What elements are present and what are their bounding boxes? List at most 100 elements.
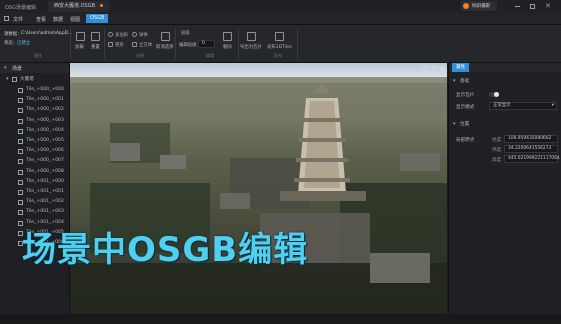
properties-tab-strip: 属性 — [449, 63, 561, 72]
sphere-radio[interactable] — [132, 32, 137, 37]
tile-label: Tile_+000_+005 — [26, 138, 64, 143]
tile-icon — [18, 149, 23, 155]
tree-tile-item[interactable]: Tile_+001_+000 — [0, 178, 69, 188]
display-mode-label: 显示模式 — [456, 105, 475, 110]
cube-checkbox[interactable] — [132, 42, 137, 47]
tree-tile-item[interactable]: Tile_+001_+003 — [0, 208, 69, 218]
tile-label: Tile_+001_+000 — [26, 178, 64, 184]
settings-icon[interactable] — [440, 66, 445, 71]
document-tab-label: 西安大雁塔.OSGB — [54, 3, 96, 9]
tree-tile-item[interactable]: Tile_+001_+002 — [0, 198, 69, 208]
menu-item-window[interactable]: 视图 — [70, 16, 80, 23]
collapse-chevron-icon[interactable]: ▾ — [4, 65, 7, 71]
height-input[interactable]: 445.021999221117064 — [504, 155, 560, 163]
tab-properties[interactable]: 属性 — [452, 63, 470, 72]
cube-label: 立方体 — [139, 43, 153, 48]
user-badge[interactable]: 倾斜摄影 — [461, 1, 497, 11]
tree-tile-item[interactable]: Tile_+001_+001 — [0, 188, 69, 198]
document-tab[interactable]: 西安大雁塔.OSGB — [48, 1, 109, 12]
delete-icon[interactable] — [223, 32, 232, 41]
sphere-label: 球体 — [139, 33, 148, 38]
clear-selection-button[interactable]: 取消选择 — [156, 44, 174, 50]
overlay-headline: 场景中OSGB编辑 — [22, 230, 309, 270]
latitude-label: 纬度 — [492, 148, 502, 153]
tree-tile-item[interactable]: Tile_+000_+005 — [0, 137, 69, 147]
chevron-down-icon: ▾ — [551, 103, 554, 108]
section-position: 位置 — [460, 122, 470, 127]
export-tiles-icon[interactable] — [247, 32, 256, 41]
group-caption-select: 选择 — [136, 53, 144, 58]
expand-chevron-icon[interactable]: ▾ — [6, 76, 9, 82]
user-avatar — [463, 3, 469, 9]
app-name: OSG场景编辑 — [5, 5, 36, 11]
height-label: 高度 — [492, 158, 502, 163]
tree-tile-item[interactable]: Tile_+000_+000 — [0, 86, 69, 96]
menu-item-osgb[interactable]: OSGB — [86, 14, 109, 23]
publish-3dtiles-icon[interactable] — [275, 32, 284, 41]
section-basic: 基础 — [460, 79, 470, 84]
export-tiles-button[interactable]: 导出为瓦片 — [240, 44, 262, 50]
tile-icon — [18, 108, 23, 114]
tile-icon — [18, 98, 23, 104]
delete-button[interactable]: 删除 — [223, 44, 232, 50]
close-icon[interactable]: ✕ — [545, 2, 551, 10]
tile-label: Tile_+000_+003 — [26, 117, 64, 123]
app-menu-icon[interactable] — [4, 16, 9, 21]
view-2d-button[interactable]: 2D — [422, 66, 428, 71]
clear-selection-icon[interactable] — [161, 32, 170, 41]
status-label: 状态： — [4, 41, 18, 46]
oblique-photo-scene — [70, 63, 447, 314]
tree-root[interactable]: ▾ 大雁塔 — [0, 75, 69, 85]
maximize-icon[interactable] — [530, 4, 535, 9]
menu-bar: 文件 查看 数据 视图 OSGB — [0, 13, 561, 25]
unsaved-dot-icon — [99, 4, 103, 7]
reset-icon[interactable] — [91, 32, 100, 41]
load-button[interactable]: 加载 — [75, 44, 84, 50]
menu-item-view[interactable]: 查看 — [36, 16, 46, 23]
tile-label: Tile_+000_+008 — [26, 168, 64, 174]
tile-icon — [18, 190, 23, 195]
display-mode-select[interactable]: 正常显示 ▾ — [489, 102, 557, 110]
publish-3dtiles-button[interactable]: 发布3DTiles — [267, 44, 292, 50]
load-icon[interactable] — [76, 32, 85, 41]
edit-level-input[interactable]: 0 — [198, 40, 215, 48]
show-tiles-toggle[interactable] — [489, 92, 499, 97]
tree-root-label: 大雁塔 — [20, 77, 34, 82]
tree-tile-item[interactable]: Tile_+000_+004 — [0, 127, 69, 137]
longitude-input[interactable]: 108.959435080662 — [504, 135, 558, 143]
menu-item-file[interactable]: 文件 — [13, 16, 23, 23]
minimize-icon[interactable] — [515, 6, 520, 7]
tree-tile-item[interactable]: Tile_+000_+002 — [0, 106, 69, 116]
tree-tile-item[interactable]: Tile_+000_+007 — [0, 157, 69, 167]
polygon-radio[interactable] — [108, 32, 113, 37]
scene-tree-panel: ▾ 场景 ▾ 大雁塔 Tile_+000_+000 Tile_+000_+001 T… — [0, 63, 70, 314]
tree-tile-item[interactable]: Tile_+000_+001 — [0, 96, 69, 106]
longitude-label: 经度 — [492, 138, 502, 143]
tree-tile-item[interactable]: Tile_+000_+008 — [0, 168, 69, 178]
latitude-input[interactable]: 34.2200641556273 — [504, 145, 558, 153]
polygon-label: 多边形 — [115, 33, 129, 38]
ribbon-toolbar: 源数据： C:\Users\admin\AppD... 状态： 已建立 操作 加… — [0, 25, 561, 63]
rect-checkbox[interactable] — [108, 42, 113, 47]
section-chevron-icon-2[interactable]: ▾ — [453, 121, 456, 127]
tile-icon — [18, 210, 23, 216]
3d-viewport[interactable]: 2D 3D — [70, 63, 447, 314]
tile-label: Tile_+001_+003 — [26, 209, 64, 215]
reset-button[interactable]: 重置 — [91, 44, 100, 50]
tile-label: Tile_+000_+002 — [26, 107, 64, 113]
menu-item-data[interactable]: 数据 — [53, 16, 63, 23]
section-chevron-icon[interactable]: ▾ — [453, 78, 456, 84]
tile-label: Tile_+000_+004 — [26, 127, 64, 133]
edit-level-label: 编辑层级 — [179, 43, 197, 48]
tree-tile-item[interactable]: Tile_+000_+006 — [0, 147, 69, 157]
local-origin-label: 局部原点 — [456, 138, 475, 143]
tile-icon — [18, 169, 23, 175]
model-icon — [12, 77, 17, 82]
tile-icon — [18, 88, 23, 93]
view-3d-button[interactable]: 3D — [431, 66, 437, 71]
tree-tile-item[interactable]: Tile_+000_+003 — [0, 117, 69, 127]
show-tiles-label: 显示瓦片 — [456, 93, 475, 98]
user-name: 倾斜摄影 — [472, 4, 491, 9]
tile-icon — [18, 179, 23, 185]
display-mode-value: 正常显示 — [493, 103, 511, 108]
